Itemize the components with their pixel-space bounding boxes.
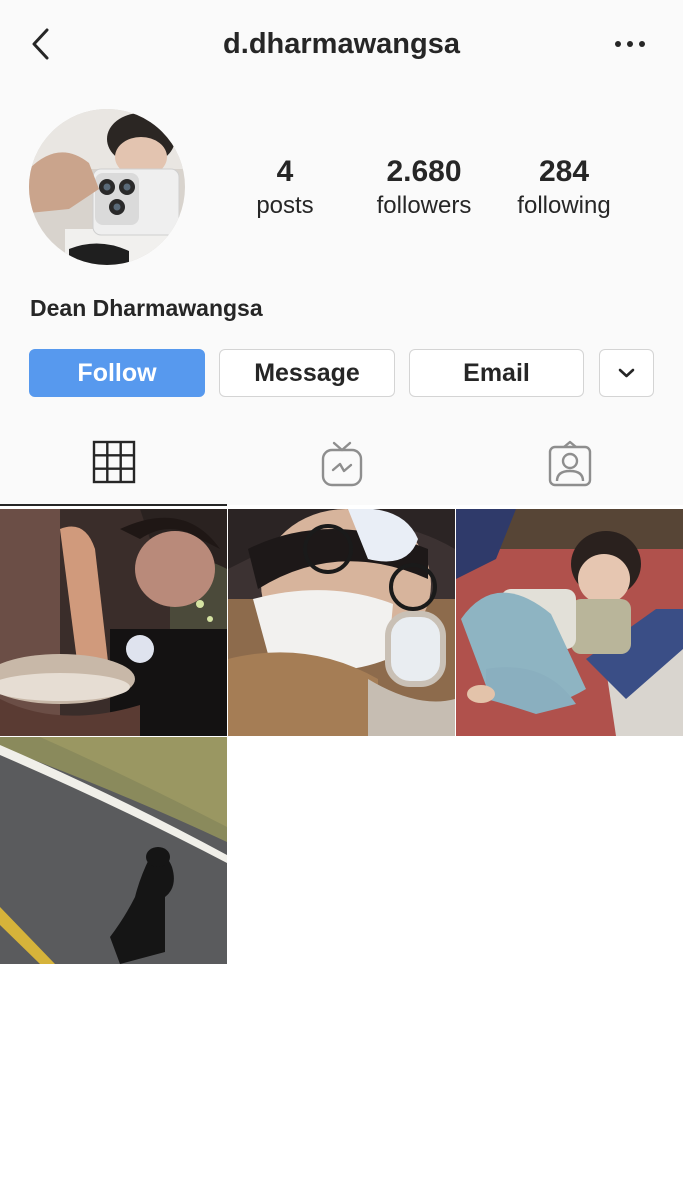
avatar[interactable] xyxy=(29,109,185,265)
tab-tagged[interactable] xyxy=(456,440,683,506)
following-count[interactable]: 284 following xyxy=(502,153,626,221)
profile-photo xyxy=(29,109,185,265)
post-airplane-selfie[interactable] xyxy=(228,509,455,736)
message-button[interactable]: Message xyxy=(219,349,395,397)
profile-username: d.dharmawangsa xyxy=(223,28,460,60)
grid-icon xyxy=(92,440,135,484)
tab-igtv[interactable] xyxy=(228,440,455,506)
post-shadow-road[interactable] xyxy=(0,737,227,964)
followers-count[interactable]: 2.680 followers xyxy=(362,153,486,221)
post-ice-cream[interactable] xyxy=(0,509,227,736)
igtv-icon xyxy=(321,441,362,487)
chevron-down-icon xyxy=(618,368,635,378)
more-horizontal-icon xyxy=(615,41,645,47)
follow-button[interactable]: Follow xyxy=(29,349,205,397)
post-thumbnail xyxy=(0,509,227,736)
email-button[interactable]: Email xyxy=(409,349,584,397)
suggested-accounts-button[interactable] xyxy=(599,349,654,397)
post-thumbnail xyxy=(0,737,227,964)
followers-label: followers xyxy=(376,192,472,219)
active-tab-indicator xyxy=(0,504,227,506)
followers-value: 2.680 xyxy=(386,155,462,188)
tagged-user-icon xyxy=(548,440,591,487)
following-label: following xyxy=(517,192,611,219)
profile-full-name: Dean Dharmawangsa xyxy=(30,295,263,321)
post-child-photo[interactable] xyxy=(456,509,683,736)
following-value: 284 xyxy=(538,155,590,188)
posts-count[interactable]: 4 posts xyxy=(235,153,335,221)
posts-value: 4 xyxy=(276,155,294,188)
tab-grid[interactable] xyxy=(0,440,227,506)
post-thumbnail xyxy=(456,509,683,736)
posts-label: posts xyxy=(256,192,314,219)
more-options-button[interactable] xyxy=(606,24,654,64)
post-thumbnail xyxy=(228,509,455,736)
